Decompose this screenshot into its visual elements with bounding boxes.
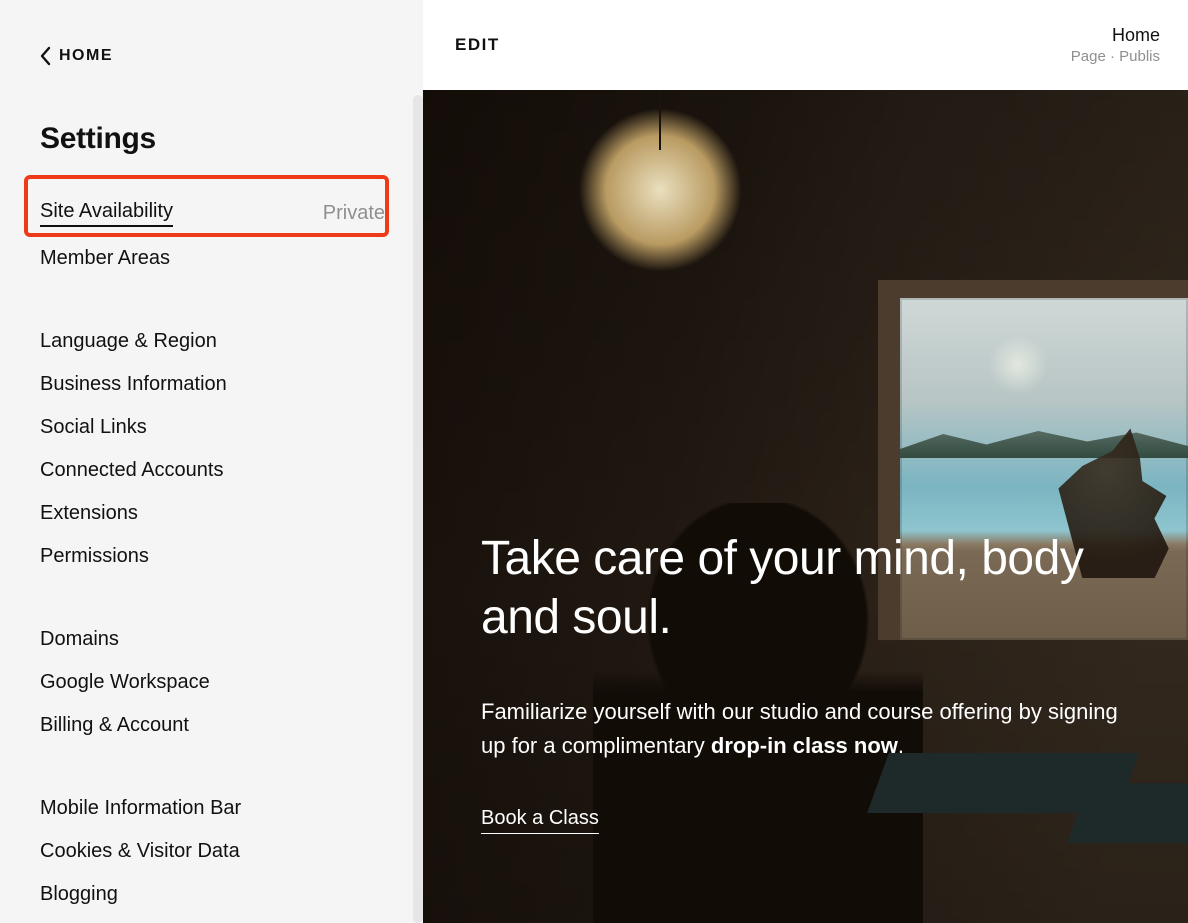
settings-item-label: Connected Accounts	[40, 459, 223, 482]
hero-sub-post: .	[898, 733, 904, 758]
pendant-wire	[659, 90, 661, 150]
settings-item-label: Google Workspace	[40, 671, 210, 694]
settings-item-label: Social Links	[40, 416, 147, 439]
back-label: HOME	[59, 47, 113, 65]
chevron-left-icon	[40, 46, 51, 66]
settings-item-domains[interactable]: Domains	[40, 618, 385, 661]
settings-item-label: Member Areas	[40, 247, 170, 270]
settings-item-label: Blogging	[40, 883, 118, 906]
settings-group: Mobile Information Bar Cookies & Visitor …	[40, 787, 385, 923]
settings-item-cookies-visitor-data[interactable]: Cookies & Visitor Data	[40, 830, 385, 873]
settings-sidebar: HOME Settings Site Availability Private Me…	[0, 0, 423, 923]
settings-item-google-workspace[interactable]: Google Workspace	[40, 661, 385, 704]
settings-item-business-information[interactable]: Business Information	[40, 363, 385, 406]
settings-item-label: Mobile Information Bar	[40, 797, 241, 820]
settings-item-label: Extensions	[40, 502, 138, 525]
back-button[interactable]: HOME	[40, 42, 385, 70]
hero-sub-strong: drop-in class now	[711, 733, 898, 758]
settings-item-member-areas[interactable]: Member Areas	[40, 237, 385, 280]
settings-item-label: Domains	[40, 628, 119, 651]
settings-item-mobile-information-bar[interactable]: Mobile Information Bar	[40, 787, 385, 830]
page-name: Home	[1071, 25, 1160, 46]
settings-item-advanced[interactable]: Advanced	[40, 916, 385, 923]
settings-item-extensions[interactable]: Extensions	[40, 492, 385, 535]
preview-topbar: EDIT Home Page · Publis	[423, 0, 1188, 90]
page-status: Page · Publis	[1071, 48, 1160, 65]
book-class-link[interactable]: Book a Class	[481, 807, 599, 834]
hero-title: Take care of your mind, body and soul.	[481, 530, 1121, 647]
edit-button[interactable]: EDIT	[455, 35, 500, 55]
settings-item-site-availability[interactable]: Site Availability Private	[40, 190, 385, 237]
settings-group: Site Availability Private Member Areas	[40, 190, 385, 280]
settings-item-label: Site Availability	[40, 200, 173, 227]
settings-item-label: Language & Region	[40, 330, 217, 353]
settings-item-label: Cookies & Visitor Data	[40, 840, 240, 863]
settings-item-label: Permissions	[40, 545, 149, 568]
settings-item-meta: Private	[323, 202, 385, 225]
sidebar-scrollbar[interactable]	[413, 95, 423, 923]
hero-subtitle: Familiarize yourself with our studio and…	[481, 695, 1121, 763]
settings-item-social-links[interactable]: Social Links	[40, 406, 385, 449]
settings-item-language-region[interactable]: Language & Region	[40, 320, 385, 363]
settings-item-label: Billing & Account	[40, 714, 189, 737]
hero-section: Take care of your mind, body and soul. F…	[423, 90, 1188, 923]
settings-item-label: Business Information	[40, 373, 227, 396]
site-preview-pane: EDIT Home Page · Publis Take care of you…	[423, 0, 1188, 923]
settings-item-blogging[interactable]: Blogging	[40, 873, 385, 916]
hero-text-block: Take care of your mind, body and soul. F…	[481, 530, 1148, 834]
light-glow	[988, 335, 1048, 395]
settings-group: Language & Region Business Information Soc…	[40, 320, 385, 578]
settings-group: Domains Google Workspace Billing & Account	[40, 618, 385, 747]
page-meta: Home Page · Publis	[1071, 25, 1160, 65]
settings-item-connected-accounts[interactable]: Connected Accounts	[40, 449, 385, 492]
settings-item-permissions[interactable]: Permissions	[40, 535, 385, 578]
page-title: Settings	[40, 122, 385, 156]
settings-item-billing-account[interactable]: Billing & Account	[40, 704, 385, 747]
